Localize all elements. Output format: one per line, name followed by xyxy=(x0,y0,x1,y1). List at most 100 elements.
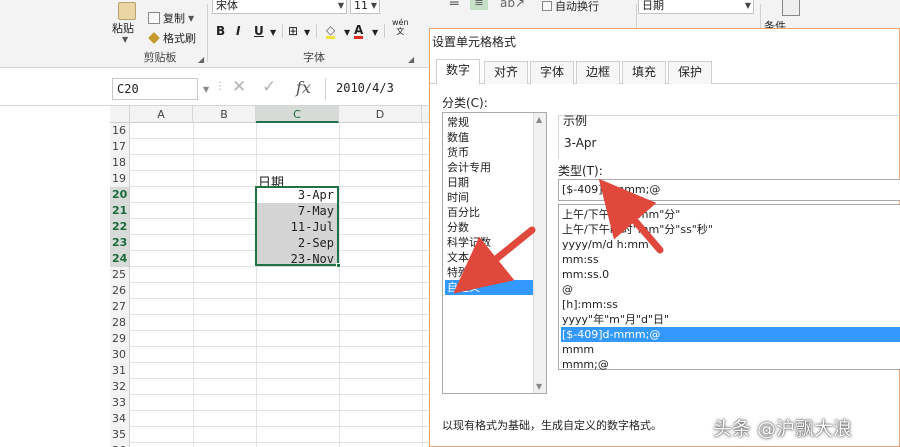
row-header[interactable]: 21 xyxy=(110,203,130,219)
chevron-down-icon[interactable]: ▼ xyxy=(338,0,344,13)
row-header[interactable]: 19 xyxy=(110,171,130,187)
insert-function-icon[interactable]: fx xyxy=(296,78,311,97)
format-item[interactable]: yyyy"年"m"月"d"日" xyxy=(561,312,900,327)
row-header[interactable]: 36 xyxy=(110,443,130,447)
more-options-icon[interactable]: ⋮ xyxy=(215,81,225,92)
format-code-list[interactable]: 上午/下午h"时"mm"分" 上午/下午h"时"mm"分"ss"秒" yyyy/… xyxy=(558,204,900,372)
row-header[interactable]: 30 xyxy=(110,347,130,363)
row-header[interactable]: 35 xyxy=(110,427,130,443)
font-color-icon[interactable]: A xyxy=(354,24,364,39)
number-format-combo[interactable]: 日期 ▼ xyxy=(638,0,754,14)
format-item[interactable]: mm:ss xyxy=(561,252,900,267)
format-item-selected[interactable]: [$-409]d-mmm;@ xyxy=(561,327,900,342)
format-item[interactable]: mm:ss.0 xyxy=(561,267,900,282)
date-cell[interactable]: 7-May xyxy=(256,203,338,219)
row-header[interactable]: 16 xyxy=(110,123,130,139)
cancel-icon[interactable]: ✕ xyxy=(232,77,246,97)
date-cell[interactable]: 3-Apr xyxy=(256,187,338,203)
format-item[interactable]: 上午/下午h"时"mm"分"ss"秒" xyxy=(561,222,900,237)
tab-border[interactable]: 边框 xyxy=(576,61,621,84)
row-header[interactable]: 17 xyxy=(110,139,130,155)
format-item[interactable]: yyyy/m/d h:mm xyxy=(561,237,900,252)
row-header[interactable]: 18 xyxy=(110,155,130,171)
border-icon[interactable]: ⊞ xyxy=(288,24,298,38)
column-header-d[interactable]: D xyxy=(339,106,422,123)
chevron-down-icon[interactable]: ▼ xyxy=(122,35,128,44)
row-header[interactable]: 20 xyxy=(110,187,130,203)
bold-button[interactable]: B xyxy=(216,24,225,38)
tab-number[interactable]: 数字 xyxy=(436,59,481,85)
scroll-down-icon[interactable]: ▼ xyxy=(536,382,542,391)
tab-alignment[interactable]: 对齐 xyxy=(484,61,529,84)
category-item[interactable]: 百分比 xyxy=(445,205,534,220)
row-header[interactable]: 23 xyxy=(110,235,130,251)
fill-handle[interactable] xyxy=(336,263,341,268)
row-header[interactable]: 33 xyxy=(110,395,130,411)
type-input[interactable]: [$-409]d-mmm;@ xyxy=(558,179,900,201)
conditional-format-icon[interactable] xyxy=(782,0,800,16)
chevron-down-icon[interactable]: ▼ xyxy=(344,28,350,37)
format-item[interactable]: [h]:mm:ss xyxy=(561,297,900,312)
category-list[interactable]: 常规 数值 货币 会计专用 日期 时间 百分比 分数 科学记数 文本 特殊 自定… xyxy=(442,112,547,394)
chevron-down-icon[interactable]: ▼ xyxy=(270,28,276,37)
row-header[interactable]: 22 xyxy=(110,219,130,235)
paste-button[interactable]: 粘贴 ▼ xyxy=(112,2,142,46)
column-header-corner[interactable] xyxy=(110,106,130,123)
dialog-launcher-icon[interactable]: ◢ xyxy=(408,55,414,64)
orientation-icon[interactable]: ab↗ xyxy=(500,0,525,10)
format-painter-button[interactable]: 格式刷 xyxy=(148,30,196,46)
format-item[interactable]: mmm;@ xyxy=(561,357,900,372)
row-header[interactable]: 27 xyxy=(110,299,130,315)
column-header-b[interactable]: B xyxy=(193,106,256,123)
tab-protection[interactable]: 保护 xyxy=(668,61,713,84)
category-item[interactable]: 分数 xyxy=(445,220,534,235)
scroll-up-icon[interactable]: ▲ xyxy=(536,115,542,124)
enter-icon[interactable]: ✓ xyxy=(262,77,276,97)
date-cell[interactable]: 23-Nov xyxy=(256,251,338,267)
chevron-down-icon[interactable]: ▼ xyxy=(203,85,209,94)
date-cell[interactable]: 11-Jul xyxy=(256,219,338,235)
category-item-selected[interactable]: 自定义 xyxy=(445,280,534,295)
align-top-icon[interactable]: ═ xyxy=(450,0,458,12)
name-box[interactable]: C20 xyxy=(112,78,198,100)
row-header[interactable]: 32 xyxy=(110,379,130,395)
tab-font[interactable]: 字体 xyxy=(530,61,575,84)
fill-color-icon[interactable]: ◇ xyxy=(326,24,336,39)
category-item[interactable]: 科学记数 xyxy=(445,235,534,250)
row-header[interactable]: 31 xyxy=(110,363,130,379)
italic-button[interactable]: I xyxy=(236,24,240,38)
format-item[interactable]: @ xyxy=(561,282,900,297)
category-item[interactable]: 数值 xyxy=(445,130,534,145)
chevron-down-icon[interactable]: ▼ xyxy=(304,28,310,37)
align-middle-icon[interactable]: ≡ xyxy=(470,0,488,10)
category-item[interactable]: 会计专用 xyxy=(445,160,534,175)
tab-fill[interactable]: 填充 xyxy=(622,61,667,84)
chevron-down-icon[interactable]: ▼ xyxy=(745,0,751,13)
row-header[interactable]: 34 xyxy=(110,411,130,427)
chevron-down-icon[interactable]: ▼ xyxy=(188,14,194,23)
font-size-combo[interactable]: 11 ▼ xyxy=(350,0,380,14)
wrap-text-button[interactable]: 自动换行 xyxy=(542,0,599,14)
row-header[interactable]: 28 xyxy=(110,315,130,331)
date-cell[interactable]: 2-Sep xyxy=(256,235,338,251)
format-item[interactable]: 上午/下午h"时"mm"分" xyxy=(561,207,900,222)
phonetic-button[interactable]: wén 文 xyxy=(392,18,409,36)
chevron-down-icon[interactable]: ▼ xyxy=(371,0,377,13)
copy-button[interactable]: 复制 ▼ xyxy=(148,10,194,26)
row-header[interactable]: 26 xyxy=(110,283,130,299)
row-header[interactable]: 24 xyxy=(110,251,130,267)
column-header-c[interactable]: C xyxy=(256,106,339,123)
font-name-combo[interactable]: 宋体 ▼ xyxy=(212,0,347,14)
worksheet-grid[interactable]: A B C D 16 17 18 19 日期 20 3-Apr 21 7-May… xyxy=(110,106,430,447)
chevron-down-icon[interactable]: ▼ xyxy=(372,28,378,37)
category-scrollbar[interactable]: ▲ ▼ xyxy=(533,113,546,393)
category-item[interactable]: 常规 xyxy=(445,115,534,130)
category-item[interactable]: 货币 xyxy=(445,145,534,160)
category-item[interactable]: 特殊 xyxy=(445,265,534,280)
column-header-a[interactable]: A xyxy=(130,106,193,123)
formula-input[interactable]: 2010/4/3 xyxy=(325,78,435,100)
category-item[interactable]: 时间 xyxy=(445,190,534,205)
underline-button[interactable]: U xyxy=(254,24,264,38)
row-header[interactable]: 25 xyxy=(110,267,130,283)
row-header[interactable]: 29 xyxy=(110,331,130,347)
